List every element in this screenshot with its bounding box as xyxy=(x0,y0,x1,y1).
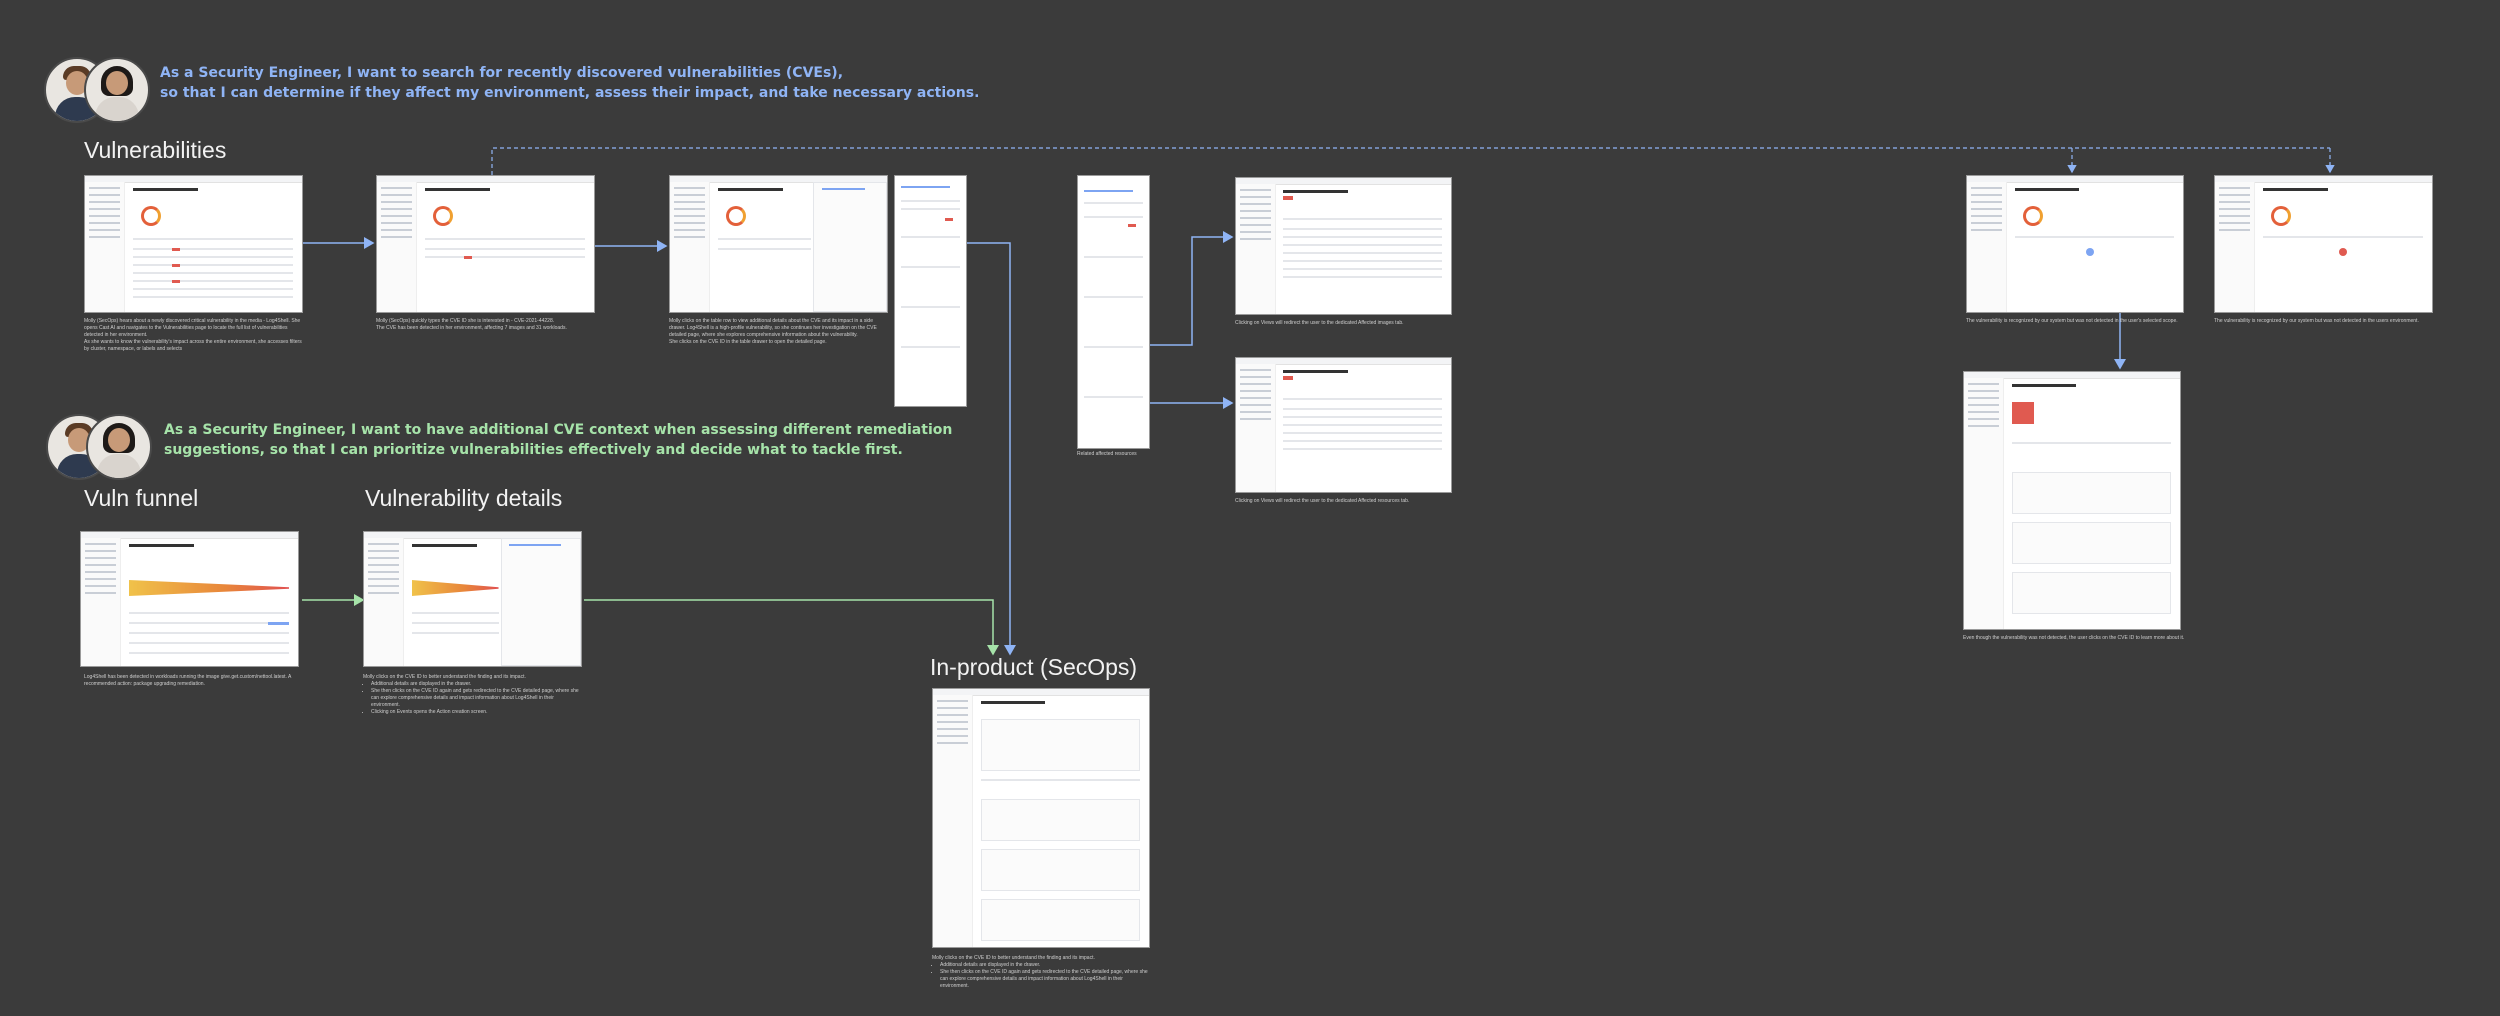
screen-drawer-expanded[interactable] xyxy=(894,175,967,407)
caption-text: She clicks on the CVE ID in the table dr… xyxy=(669,339,827,345)
caption-text: Molly (SecOps) quickly types the CVE ID … xyxy=(376,318,555,324)
screen-not-detected-scope[interactable] xyxy=(1966,175,2184,313)
caption-screen-2: Molly (SecOps) quickly types the CVE ID … xyxy=(376,318,596,332)
caption-vuln-funnel: Log4Shell has been detected in workloads… xyxy=(84,674,292,687)
caption-affected-resources: Clicking on Views will redirect the user… xyxy=(1235,498,1410,504)
caption-screen-1: Molly (SecOps) hears about a newly disco… xyxy=(84,318,304,353)
dashed-branch xyxy=(491,147,2331,175)
caption-vuln-details: Molly clicks on the CVE ID to better und… xyxy=(363,674,583,716)
caption-item: Additional details are displayed in the … xyxy=(371,681,583,688)
caption-item: Clicking on Events opens the Action crea… xyxy=(371,709,583,716)
caption-item: She then clicks on the CVE ID again and … xyxy=(940,969,1152,990)
screen-affected-resources-drawer[interactable] xyxy=(1077,175,1150,449)
screen-cve-drawer[interactable] xyxy=(669,175,888,313)
screen-vuln-details-drawer[interactable] xyxy=(363,531,582,667)
caption-text: As she wants to know the vulnerability's… xyxy=(84,339,302,352)
caption-in-product: Molly clicks on the CVE ID to better und… xyxy=(932,955,1152,990)
caption-screen-3: Molly clicks on the table row to view ad… xyxy=(669,318,889,346)
screen-vuln-funnel[interactable] xyxy=(80,531,299,667)
caption-text: The CVE has been detected in her environ… xyxy=(376,325,567,331)
arrow-details-inproduct xyxy=(584,599,999,656)
caption-affected-images: Clicking on Views will redirect the user… xyxy=(1235,320,1404,326)
screen-vulnerability-list[interactable] xyxy=(84,175,303,313)
screen-in-product-cve[interactable] xyxy=(932,688,1150,948)
screen-not-detected-environment[interactable] xyxy=(2214,175,2433,313)
caption-text: Molly clicks on the table row to view ad… xyxy=(669,318,877,338)
screen-affected-images[interactable] xyxy=(1235,177,1452,315)
caption-text: Molly (SecOps) hears about a newly disco… xyxy=(84,318,301,338)
caption-not-detected-env: The vulnerability is recognized by our s… xyxy=(2214,318,2419,324)
caption-text: Molly clicks on the CVE ID to better und… xyxy=(932,955,1095,961)
caption-item: Additional details are displayed in the … xyxy=(940,962,1152,969)
screen-search-cve[interactable] xyxy=(376,175,595,313)
caption-text: Molly clicks on the CVE ID to better und… xyxy=(363,674,526,680)
caption-not-detected-scope: The vulnerability is recognized by our s… xyxy=(1966,318,2178,324)
screen-affected-resources[interactable] xyxy=(1235,357,1452,493)
caption-cve-detail: Even though the vulnerability was not de… xyxy=(1963,635,2185,641)
caption-item: She then clicks on the CVE ID again and … xyxy=(371,688,583,709)
caption-related-resources: Related affected resources xyxy=(1077,451,1137,457)
screen-cve-detail-page[interactable] xyxy=(1963,371,2181,630)
